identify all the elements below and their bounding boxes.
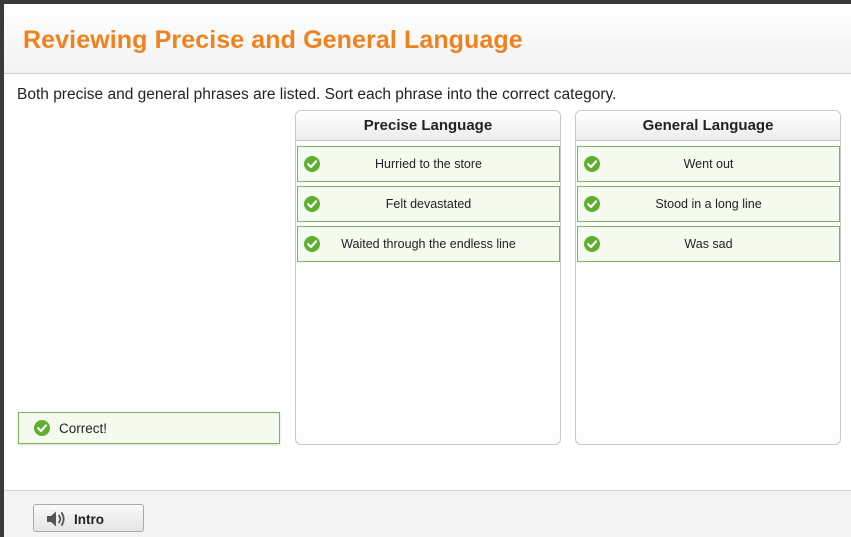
phrase-label: Waited through the endless line	[341, 237, 516, 251]
phrase-tile[interactable]: Hurried to the store	[297, 146, 560, 182]
phrase-tile[interactable]: Stood in a long line	[577, 186, 840, 222]
bin-heading: Precise Language	[296, 111, 560, 141]
bin-precise-language[interactable]: Precise Language Hurried to the store Fe…	[295, 110, 561, 445]
phrase-label: Was sad	[684, 237, 733, 251]
check-circle-icon	[584, 236, 600, 252]
phrase-label: Hurried to the store	[375, 157, 482, 171]
check-circle-icon	[584, 156, 600, 172]
speaker-icon	[45, 509, 67, 532]
bin-heading: General Language	[576, 111, 840, 141]
phrase-tile[interactable]: Went out	[577, 146, 840, 182]
check-circle-icon	[304, 236, 320, 252]
feedback-text: Correct!	[59, 421, 108, 436]
instructions-text: Both precise and general phrases are lis…	[17, 86, 617, 103]
phrase-label: Went out	[683, 157, 734, 171]
phrase-tile[interactable]: Felt devastated	[297, 186, 560, 222]
check-circle-icon	[304, 196, 320, 212]
phrase-tile[interactable]: Was sad	[577, 226, 840, 262]
check-circle-icon	[304, 156, 320, 172]
check-circle-icon	[584, 196, 600, 212]
phrase-tile[interactable]: Waited through the endless line	[297, 226, 560, 262]
feedback-message: Correct!	[18, 412, 280, 444]
check-circle-icon	[34, 420, 50, 436]
bin-general-language[interactable]: General Language Went out Stood in a lon…	[575, 110, 841, 445]
header-bar: Reviewing Precise and General Language	[4, 4, 851, 74]
phrase-label: Stood in a long line	[655, 197, 762, 211]
window-left-border	[0, 0, 4, 537]
intro-button[interactable]: Intro	[33, 504, 144, 532]
activity-frame: Reviewing Precise and General Language B…	[0, 0, 851, 537]
intro-button-label: Intro	[74, 512, 104, 527]
phrase-label: Felt devastated	[385, 197, 472, 211]
page-title: Reviewing Precise and General Language	[23, 26, 523, 54]
